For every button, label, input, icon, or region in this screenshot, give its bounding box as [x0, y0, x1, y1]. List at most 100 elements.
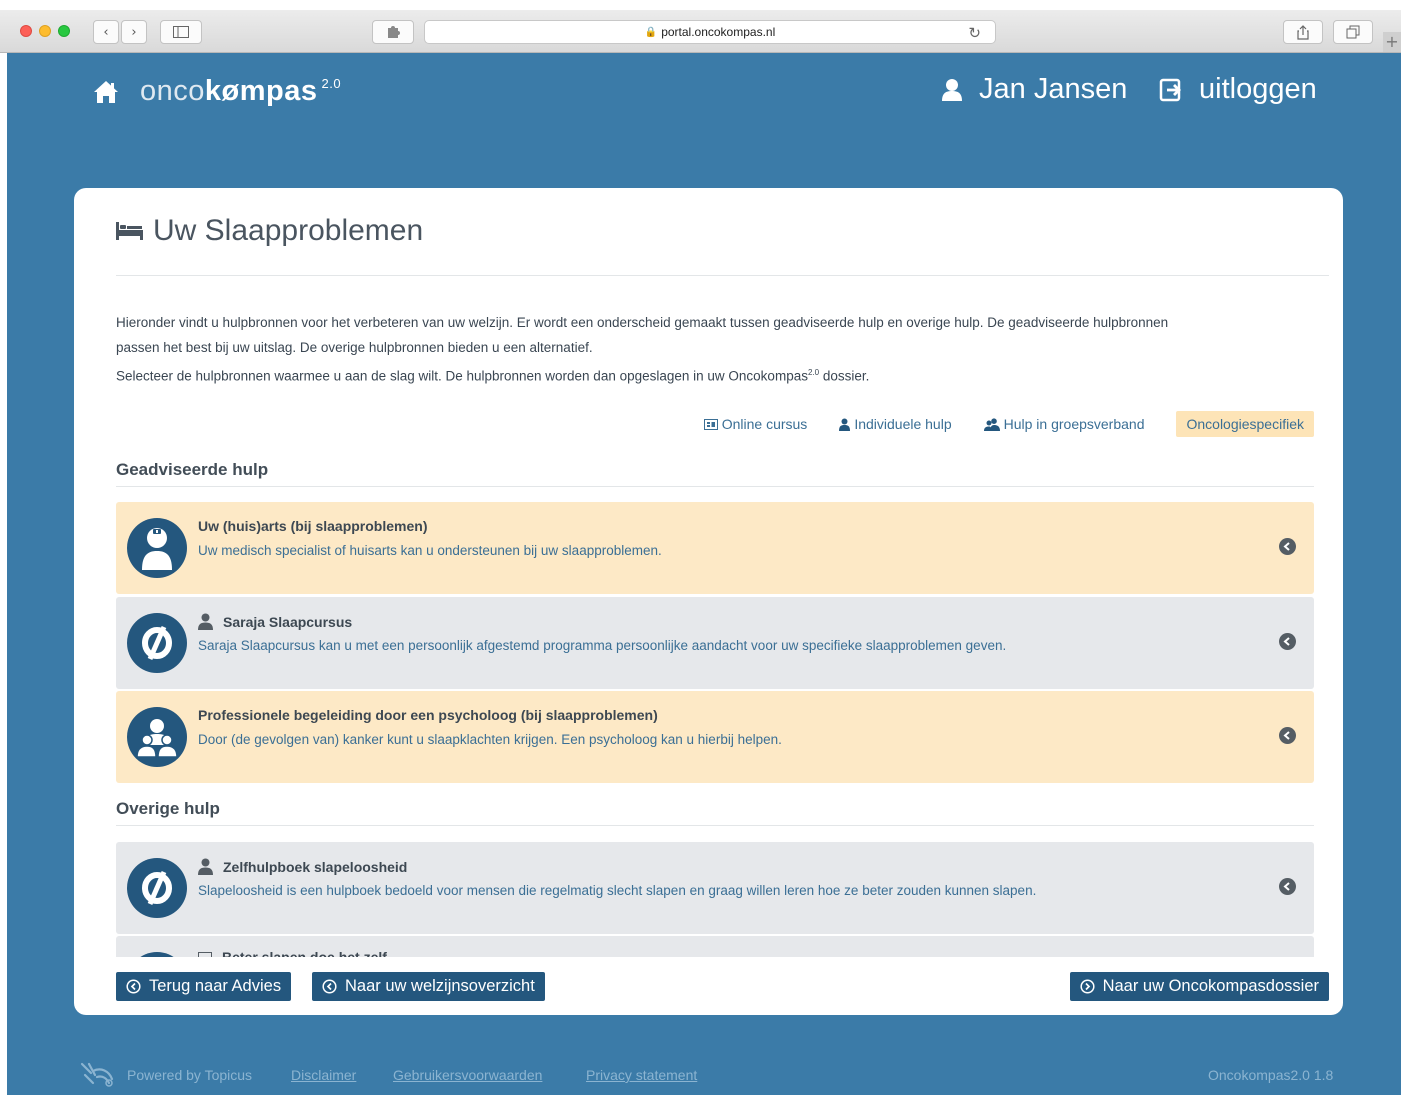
- resource-title: Uw (huis)arts (bij slaapproblemen): [198, 518, 427, 534]
- resource-title-text: Beter slapen doe het zelf: [222, 949, 387, 957]
- intro-line-3-text: Selecteer de hulpbronnen waarmee u aan d…: [116, 368, 808, 384]
- content-card: Uw Slaapproblemen Hieronder vindt u hulp…: [74, 188, 1343, 1015]
- share-button[interactable]: [1283, 20, 1323, 44]
- circle-arrow-right-icon: [1080, 979, 1095, 994]
- group-icon: [983, 417, 1000, 431]
- intro-line-2: passen het best bij uw uitslag. De overi…: [116, 340, 593, 355]
- wellbeing-overview-button[interactable]: Naar uw welzijnsoverzicht: [312, 972, 545, 1001]
- person-icon: [198, 858, 213, 875]
- title-divider: [116, 275, 1329, 276]
- logout-link[interactable]: uitloggen: [1159, 73, 1317, 106]
- sidebar-icon: [173, 26, 189, 38]
- tabs-icon: [1346, 25, 1360, 39]
- legend-online-label: Online cursus: [721, 416, 808, 432]
- back-to-advice-label: Terug naar Advies: [149, 977, 282, 995]
- resource-item-saraja[interactable]: Saraja Slaapcursus Saraja Slaapcursus ka…: [116, 597, 1314, 689]
- terms-link[interactable]: Gebruikersvoorwaarden: [393, 1067, 542, 1083]
- resource-title: Saraja Slaapcursus: [198, 613, 352, 630]
- extension-button[interactable]: [372, 20, 414, 44]
- resource-list[interactable]: Uw (huis)arts (bij slaapproblemen) Uw me…: [116, 502, 1314, 957]
- close-window-button[interactable]: [20, 25, 32, 37]
- resource-title-text: Uw (huis)arts (bij slaapproblemen): [198, 518, 428, 534]
- person-icon: [839, 418, 851, 431]
- online-course-icon: [198, 951, 212, 957]
- bed-icon: [116, 222, 143, 240]
- new-tab-button[interactable]: +: [1383, 32, 1401, 52]
- address-url: portal.oncokompas.nl: [661, 25, 776, 39]
- circle-arrow-left-icon: [322, 979, 337, 994]
- resource-title: Professionele begeleiding door een psych…: [198, 707, 658, 723]
- person-icon: [198, 613, 213, 630]
- back-nav-button[interactable]: ‹: [93, 20, 119, 44]
- legend-individual-label: Individuele hulp: [854, 416, 952, 432]
- logout-label: uitloggen: [1199, 73, 1317, 105]
- user-menu[interactable]: Jan Jansen: [941, 73, 1127, 106]
- oncokompas-dossier-label: Naar uw Oncokompasdossier: [1102, 977, 1319, 995]
- topicus-logo-icon: [80, 1062, 114, 1087]
- online-course-icon: [703, 418, 718, 430]
- resource-item-psycholoog[interactable]: Professionele begeleiding door een psych…: [116, 691, 1314, 783]
- chevron-left-icon[interactable]: [1279, 633, 1296, 650]
- tabs-overview-button[interactable]: [1333, 20, 1373, 44]
- logo-part-bold: kømpas: [204, 75, 318, 107]
- chevron-left-icon[interactable]: [1279, 727, 1296, 744]
- chevron-left-icon[interactable]: [1279, 878, 1296, 895]
- chevron-left-icon[interactable]: [1279, 538, 1296, 555]
- legend: Online cursus Individuele hulp Hulp in g…: [116, 411, 1314, 437]
- resource-title-text: Zelfhulpboek slapeloosheid: [223, 858, 408, 875]
- resource-description: Saraja Slaapcursus kan u met een persoon…: [198, 638, 1007, 653]
- oncokompas-avatar-icon: [127, 952, 187, 957]
- sidebar-toggle-button[interactable]: [160, 20, 202, 44]
- oncokompas-avatar-icon: [127, 858, 187, 918]
- minimize-window-button[interactable]: [39, 25, 51, 37]
- zoom-window-button[interactable]: [58, 25, 70, 37]
- logo-part-light: onco: [140, 75, 205, 107]
- reload-icon[interactable]: ↻: [968, 24, 981, 42]
- oncokompas-o-icon: [142, 870, 172, 906]
- resource-description: Door (de gevolgen van) kanker kunt u sla…: [198, 732, 782, 747]
- resource-item-huisarts[interactable]: Uw (huis)arts (bij slaapproblemen) Uw me…: [116, 502, 1314, 594]
- oncokompas-o-icon: [142, 625, 172, 661]
- legend-oncology-label: Oncologiespecifiek: [1186, 416, 1304, 432]
- privacy-link[interactable]: Privacy statement: [586, 1067, 697, 1083]
- address-bar[interactable]: 🔒 portal.oncokompas.nl ↻: [424, 20, 996, 44]
- logo-version: 2.0: [321, 76, 342, 91]
- resource-title-text: Saraja Slaapcursus: [223, 613, 353, 630]
- back-to-advice-button[interactable]: Terug naar Advies: [116, 972, 292, 1001]
- logout-icon: [1159, 78, 1181, 101]
- group-avatar-icon: [127, 707, 187, 767]
- lock-icon: 🔒: [644, 26, 658, 38]
- circle-arrow-left-icon: [126, 979, 141, 994]
- intro-text: Hieronder vindt u hulpbronnen voor het v…: [116, 310, 1316, 389]
- resource-item-beter-slapen[interactable]: Beter slapen doe het zelf: [116, 936, 1314, 957]
- portal-page: oncokømpas 2.0 Jan Jansen uitloggen Uw Sl…: [7, 53, 1401, 1095]
- intro-line-3: Selecteer de hulpbronnen waarmee u aan d…: [116, 360, 1316, 389]
- share-icon: [1297, 24, 1309, 40]
- oncokompas-dossier-button[interactable]: Naar uw Oncokompasdossier: [1069, 972, 1329, 1001]
- home-icon[interactable]: [92, 78, 120, 106]
- resource-description: Slapeloosheid is een hulpboek bedoeld vo…: [198, 883, 1037, 898]
- legend-individual: Individuele hulp: [839, 416, 952, 432]
- intro-line-1: Hieronder vindt u hulpbronnen voor het v…: [116, 315, 1169, 330]
- resource-item-zelfhulpboek[interactable]: Zelfhulpboek slapeloosheid Slapeloosheid…: [116, 842, 1314, 934]
- legend-group: Hulp in groepsverband: [983, 416, 1145, 432]
- disclaimer-link[interactable]: Disclaimer: [291, 1067, 356, 1083]
- forward-nav-button[interactable]: ›: [121, 20, 147, 44]
- brand: oncokømpas 2.0: [92, 75, 341, 108]
- browser-toolbar: ‹ › 🔒 portal.oncokompas.nl ↻ +: [0, 10, 1401, 53]
- legend-oncology: Oncologiespecifiek: [1176, 411, 1314, 437]
- page-title-text: Uw Slaapproblemen: [153, 214, 424, 247]
- page-title: Uw Slaapproblemen: [116, 214, 423, 248]
- resource-title-text: Professionele begeleiding door een psych…: [198, 707, 658, 723]
- advised-section-heading: Geadviseerde hulp: [116, 460, 1314, 487]
- resource-description: Uw medisch specialist of huisarts kan u …: [198, 543, 662, 558]
- wellbeing-overview-label: Naar uw welzijnsoverzicht: [345, 977, 535, 995]
- doctor-icon: [142, 528, 172, 570]
- powered-by-text: Powered by Topicus: [127, 1067, 253, 1083]
- resource-title: Zelfhulpboek slapeloosheid: [198, 858, 407, 875]
- oncokompas-avatar-icon: [127, 613, 187, 673]
- version-text: Oncokompas2.0 1.8: [1208, 1067, 1334, 1083]
- oncokompas-logo[interactable]: oncokømpas 2.0: [140, 75, 341, 108]
- puzzle-icon: [388, 26, 400, 38]
- legend-group-label: Hulp in groepsverband: [1003, 416, 1145, 432]
